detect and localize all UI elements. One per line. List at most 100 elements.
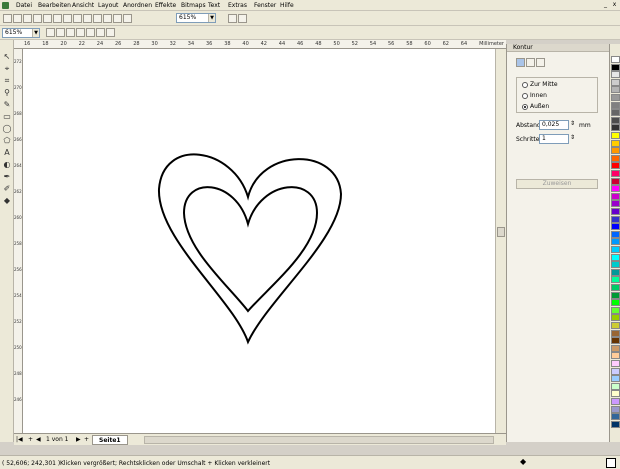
fill-indicator-icon[interactable]: ◆	[520, 457, 526, 466]
color-swatch[interactable]	[611, 405, 620, 413]
option-zur-mitte[interactable]: Zur Mitte	[522, 81, 558, 88]
eyedropper-tool-icon[interactable]: ✒	[2, 172, 12, 182]
color-swatch[interactable]	[611, 94, 620, 101]
color-swatch[interactable]	[611, 208, 620, 215]
horizontal-ruler[interactable]: 16 18 20 22 24 26 28 30 32 34 36 38 40 42 44 46 48 50 52 54…	[14, 40, 506, 49]
zoom-combo[interactable]: 615% ▼	[176, 13, 216, 23]
options-icon[interactable]	[238, 14, 247, 23]
radio-innen[interactable]	[522, 92, 528, 99]
menu-item-anordnen[interactable]: Anordnen	[123, 2, 152, 9]
abstand-input[interactable]: 0,025	[539, 120, 569, 130]
color-swatch[interactable]	[611, 375, 620, 383]
apply-button[interactable]: Zuweisen	[516, 179, 598, 189]
color-swatch[interactable]	[611, 200, 620, 208]
color-swatch[interactable]	[611, 238, 620, 246]
zoom-selected-icon[interactable]	[66, 28, 75, 37]
crop-tool-icon[interactable]: ⌗	[2, 76, 12, 86]
schritte-spinner-icon[interactable]: ⇕	[570, 134, 575, 141]
close-button[interactable]: x	[611, 1, 618, 8]
color-swatch[interactable]	[611, 177, 620, 185]
outer-heart-outline[interactable]	[157, 153, 343, 345]
zoom-out-icon[interactable]	[56, 28, 65, 37]
zoom-all-icon[interactable]	[76, 28, 85, 37]
open-icon[interactable]	[13, 14, 22, 23]
color-swatch[interactable]	[611, 86, 620, 94]
menu-item-bearbeiten[interactable]: Bearbeiten	[38, 2, 71, 9]
color-swatch[interactable]	[611, 382, 620, 390]
schritte-input[interactable]: 1	[539, 134, 569, 144]
menu-item-effekte[interactable]: Effekte	[155, 2, 176, 9]
horizontal-scrollbar[interactable]	[144, 436, 494, 444]
radio-zur-mitte[interactable]	[522, 81, 528, 88]
menu-item-bitmaps[interactable]: Bitmaps	[181, 2, 206, 9]
color-swatch[interactable]	[611, 139, 620, 147]
color-swatch[interactable]	[611, 420, 620, 428]
zoom-level-combo[interactable]: 615% ▼	[2, 28, 40, 38]
color-swatch[interactable]	[611, 390, 620, 398]
color-swatch[interactable]	[611, 147, 620, 155]
inner-heart-outline[interactable]	[182, 186, 319, 313]
app-launcher-icon[interactable]	[113, 14, 122, 23]
outline-swatch[interactable]	[606, 458, 616, 468]
corel-online-icon[interactable]	[123, 14, 132, 23]
new-icon[interactable]	[3, 14, 12, 23]
color-swatch[interactable]	[611, 329, 620, 337]
color-swatch[interactable]	[611, 398, 620, 405]
color-swatch[interactable]	[611, 268, 620, 276]
abstand-spinner-icon[interactable]: ⇕	[570, 120, 575, 127]
page-tab[interactable]: Seite1	[92, 435, 128, 445]
contour-mode-outside-icon[interactable]	[536, 58, 545, 67]
first-page-icon[interactable]: |◀	[16, 436, 23, 443]
outline-tool-icon[interactable]: ✐	[2, 184, 12, 194]
paste-icon[interactable]	[63, 14, 72, 23]
color-swatch[interactable]	[611, 261, 620, 269]
zoom-in-icon[interactable]	[46, 28, 55, 37]
color-swatch[interactable]	[611, 276, 620, 284]
color-swatch[interactable]	[611, 170, 620, 177]
interactive-tool-icon[interactable]: ◐	[2, 160, 12, 170]
color-swatch[interactable]	[611, 253, 620, 261]
color-swatch[interactable]	[611, 291, 620, 299]
color-swatch[interactable]	[611, 63, 620, 71]
freehand-tool-icon[interactable]: ✎	[2, 100, 12, 110]
color-swatch[interactable]	[611, 352, 620, 360]
zoom-height-icon[interactable]	[106, 28, 115, 37]
export-icon[interactable]	[103, 14, 112, 23]
zoom-width-icon[interactable]	[96, 28, 105, 37]
polygon-tool-icon[interactable]: ⬠	[2, 136, 12, 146]
color-swatch[interactable]	[611, 192, 620, 200]
snap-icon[interactable]	[228, 14, 237, 23]
undo-icon[interactable]	[73, 14, 82, 23]
color-swatch[interactable]	[611, 299, 620, 307]
color-swatch[interactable]	[611, 230, 620, 238]
color-swatch[interactable]	[611, 314, 620, 322]
add-page-after-icon[interactable]: +	[84, 436, 89, 443]
text-tool-icon[interactable]: A	[2, 148, 12, 158]
option-aussen[interactable]: Außen	[522, 103, 549, 110]
import-icon[interactable]	[93, 14, 102, 23]
radio-aussen[interactable]	[522, 103, 528, 110]
fill-tool-icon[interactable]: ◆	[2, 196, 12, 206]
color-swatch[interactable]	[611, 367, 620, 375]
redo-icon[interactable]	[83, 14, 92, 23]
next-page-icon[interactable]: ▶	[76, 436, 81, 443]
menu-item-ansicht[interactable]: Ansicht	[72, 2, 94, 9]
option-innen[interactable]: Innen	[522, 92, 547, 99]
contour-mode-inside-icon[interactable]	[526, 58, 535, 67]
color-swatch[interactable]	[611, 344, 620, 352]
zoom-page-icon[interactable]	[86, 28, 95, 37]
color-swatch[interactable]	[611, 284, 620, 291]
prev-page-icon[interactable]: ◀	[36, 436, 41, 443]
color-swatch[interactable]	[611, 223, 620, 231]
color-swatch[interactable]	[611, 101, 620, 109]
minimize-button[interactable]: _	[602, 1, 609, 8]
drawing-canvas[interactable]	[23, 49, 495, 433]
rectangle-tool-icon[interactable]: ▭	[2, 112, 12, 122]
save-icon[interactable]	[23, 14, 32, 23]
ellipse-tool-icon[interactable]: ◯	[2, 124, 12, 134]
menu-item-datei[interactable]: Datei	[16, 2, 32, 9]
scroll-thumb[interactable]	[497, 227, 505, 237]
color-swatch[interactable]	[611, 322, 620, 329]
color-swatch[interactable]	[611, 132, 620, 139]
color-swatch[interactable]	[611, 71, 620, 79]
